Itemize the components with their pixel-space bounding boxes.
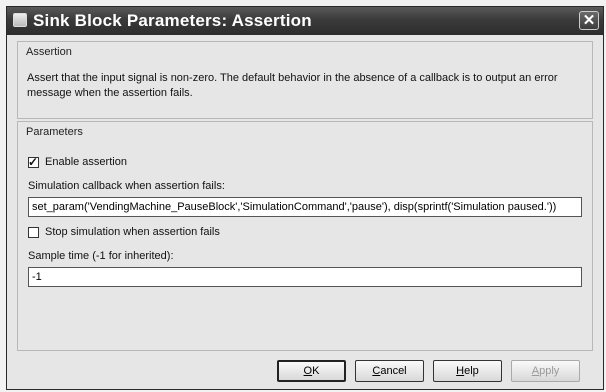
close-icon: ✕ — [582, 12, 596, 29]
help-accel: H — [456, 365, 465, 377]
enable-assertion-row[interactable]: ✓ Enable assertion — [28, 154, 127, 169]
apply-button[interactable]: Apply — [511, 360, 580, 382]
ok-accel: O — [303, 365, 313, 377]
stop-simulation-row[interactable]: Stop simulation when assertion fails — [28, 226, 220, 238]
enable-assertion-checkbox[interactable]: ✓ — [28, 154, 39, 169]
ok-button[interactable]: OK — [277, 360, 346, 382]
apply-accel: A — [531, 365, 540, 377]
stop-simulation-label: Stop simulation when assertion fails — [45, 226, 220, 239]
dialog-window: Sink Block Parameters: Assertion ✕ Asser… — [6, 6, 604, 390]
callback-label: Simulation callback when assertion fails… — [28, 180, 225, 192]
title-bar[interactable]: Sink Block Parameters: Assertion ✕ — [7, 7, 603, 35]
cancel-button[interactable]: Cancel — [355, 360, 424, 382]
stop-simulation-checkbox[interactable] — [28, 226, 39, 238]
apply-label: pply — [539, 365, 560, 377]
enable-assertion-label: Enable assertion — [45, 156, 127, 169]
help-button[interactable]: Help — [433, 360, 502, 382]
assertion-group-title: Assertion — [26, 46, 72, 58]
parameters-group: Parameters ✓ Enable assertion Simulation … — [17, 121, 593, 351]
window-title: Sink Block Parameters: Assertion — [33, 11, 312, 30]
sample-time-input[interactable]: -1 — [28, 267, 582, 287]
simulink-block-icon — [13, 13, 27, 27]
help-label: elp — [464, 365, 479, 377]
assertion-description: Assert that the input signal is non-zero… — [27, 72, 558, 99]
assertion-group: Assertion Assert that the input signal i… — [17, 41, 593, 119]
close-button[interactable]: ✕ — [579, 11, 599, 30]
sample-time-label: Sample time (-1 for inherited): — [28, 250, 174, 262]
cancel-label: ancel — [380, 365, 407, 377]
ok-label: K — [312, 365, 320, 377]
checkmark-icon: ✓ — [28, 154, 39, 169]
parameters-group-title: Parameters — [26, 126, 83, 138]
callback-input[interactable]: set_param('VendingMachine_PauseBlock','S… — [28, 197, 582, 217]
